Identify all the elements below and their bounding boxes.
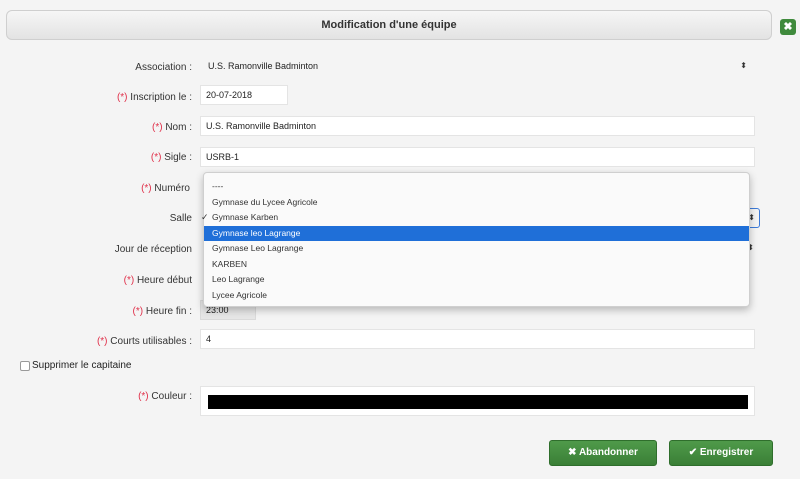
association-label: Association : — [135, 62, 192, 73]
salle-option[interactable]: Gymnase leo Lagrange — [204, 225, 749, 241]
salle-option[interactable]: Gymnase Leo Lagrange — [204, 241, 749, 257]
dialog-title: Modification d'une équipe — [6, 10, 772, 40]
supprimer-capitaine-label: Supprimer le capitaine — [32, 360, 132, 371]
supprimer-capitaine-row[interactable]: Supprimer le capitaine — [20, 360, 132, 371]
salle-option-label: Gymnase du Lycee Agricole — [212, 196, 318, 207]
supprimer-capitaine-checkbox[interactable] — [20, 360, 30, 371]
salle-option-label: Lycee Agricole — [212, 289, 267, 300]
heure-debut-label: (*) Heure début — [123, 275, 192, 286]
close-icon[interactable]: ✖ — [780, 19, 796, 35]
sigle-input[interactable]: USRB-1 — [200, 147, 755, 167]
inscription-date-input[interactable]: 20-07-2018 — [200, 85, 288, 105]
checkmark-icon: ✓ — [201, 212, 209, 222]
nom-input[interactable]: U.S. Ramonville Badminton — [200, 116, 755, 136]
salle-dropdown-list: ---- Gymnase du Lycee Agricole ✓ Gymnase Ka… — [201, 179, 749, 304]
jour-label: Jour de réception — [114, 244, 192, 255]
heure-fin-label: (*) Heure fin : — [132, 306, 192, 317]
salle-option-label: Gymnase leo Lagrange — [212, 227, 301, 238]
nom-label: (*) Nom : — [151, 122, 192, 133]
salle-option[interactable]: ✓ Gymnase Karben — [201, 210, 749, 226]
couleur-swatch[interactable] — [208, 395, 748, 409]
salle-dropdown-menu: ---- Gymnase du Lycee Agricole ✓ Gymnase Ka… — [201, 172, 750, 307]
courts-label: (*) Courts utilisables : — [96, 336, 192, 347]
salle-option[interactable]: Gymnase du Lycee Agricole — [204, 195, 749, 211]
association-select[interactable]: U.S. Ramonville Badminton ⬍ — [203, 57, 753, 77]
inscription-label: (*) Inscription le : — [116, 92, 192, 103]
salle-option-label: ---- — [212, 181, 224, 191]
salle-option-label: KARBEN — [212, 258, 247, 269]
enregistrer-button[interactable]: ✔ Enregistrer — [669, 440, 773, 466]
salle-option-label: Gymnase Leo Lagrange — [212, 243, 304, 253]
salle-label: Salle — [169, 213, 192, 224]
courts-input[interactable]: 4 — [200, 329, 755, 349]
edit-team-dialog: Modification d'une équipe ✖ Association … — [0, 0, 800, 479]
salle-option-label: Gymnase Karben — [212, 212, 279, 222]
couleur-label: (*) Couleur : — [138, 391, 192, 402]
salle-option[interactable]: KARBEN — [204, 257, 749, 273]
numero-label: (*) Numéro — [141, 183, 190, 194]
salle-option[interactable]: ---- — [204, 179, 749, 195]
sigle-label: (*) Sigle : — [150, 152, 192, 163]
abandonner-button[interactable]: ✖ Abandonner — [549, 440, 657, 466]
salle-option[interactable]: Lycee Agricole — [204, 288, 749, 304]
salle-option[interactable]: Leo Lagrange — [204, 272, 749, 288]
salle-option-label: Leo Lagrange — [212, 274, 265, 284]
select-arrows-icon: ⬍ — [740, 61, 747, 70]
